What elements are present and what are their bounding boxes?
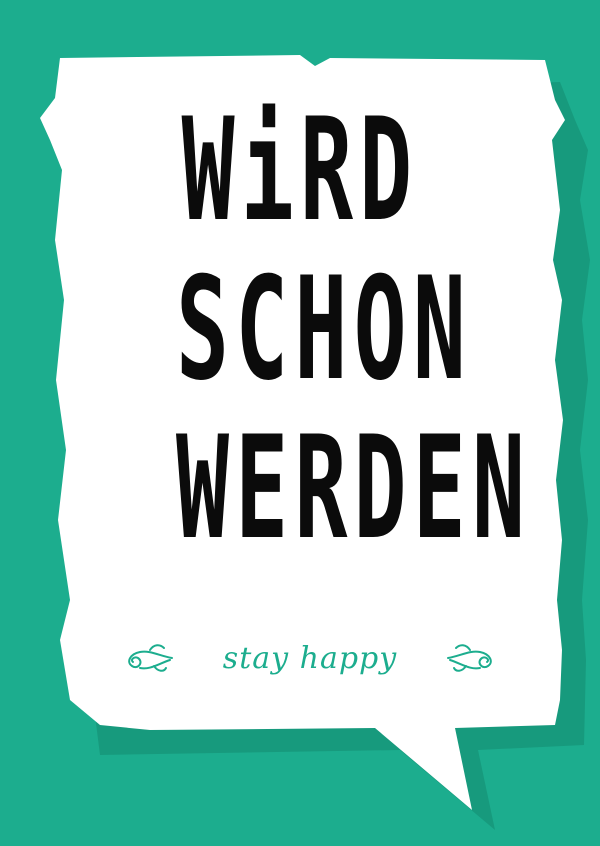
headline: WiRD SCHON WERDEN bbox=[100, 88, 532, 571]
flourish-left-icon bbox=[128, 644, 173, 672]
tagline-row: stay happy bbox=[120, 628, 500, 688]
headline-line-2: SCHON bbox=[176, 247, 473, 412]
greeting-card: WiRD SCHON WERDEN stay happy bbox=[0, 0, 600, 846]
flourish-right-icon bbox=[446, 644, 492, 672]
tagline: stay happy bbox=[222, 640, 398, 676]
headline-line-3: WERDEN bbox=[176, 406, 532, 571]
headline-line-1: WiRD bbox=[181, 88, 419, 253]
